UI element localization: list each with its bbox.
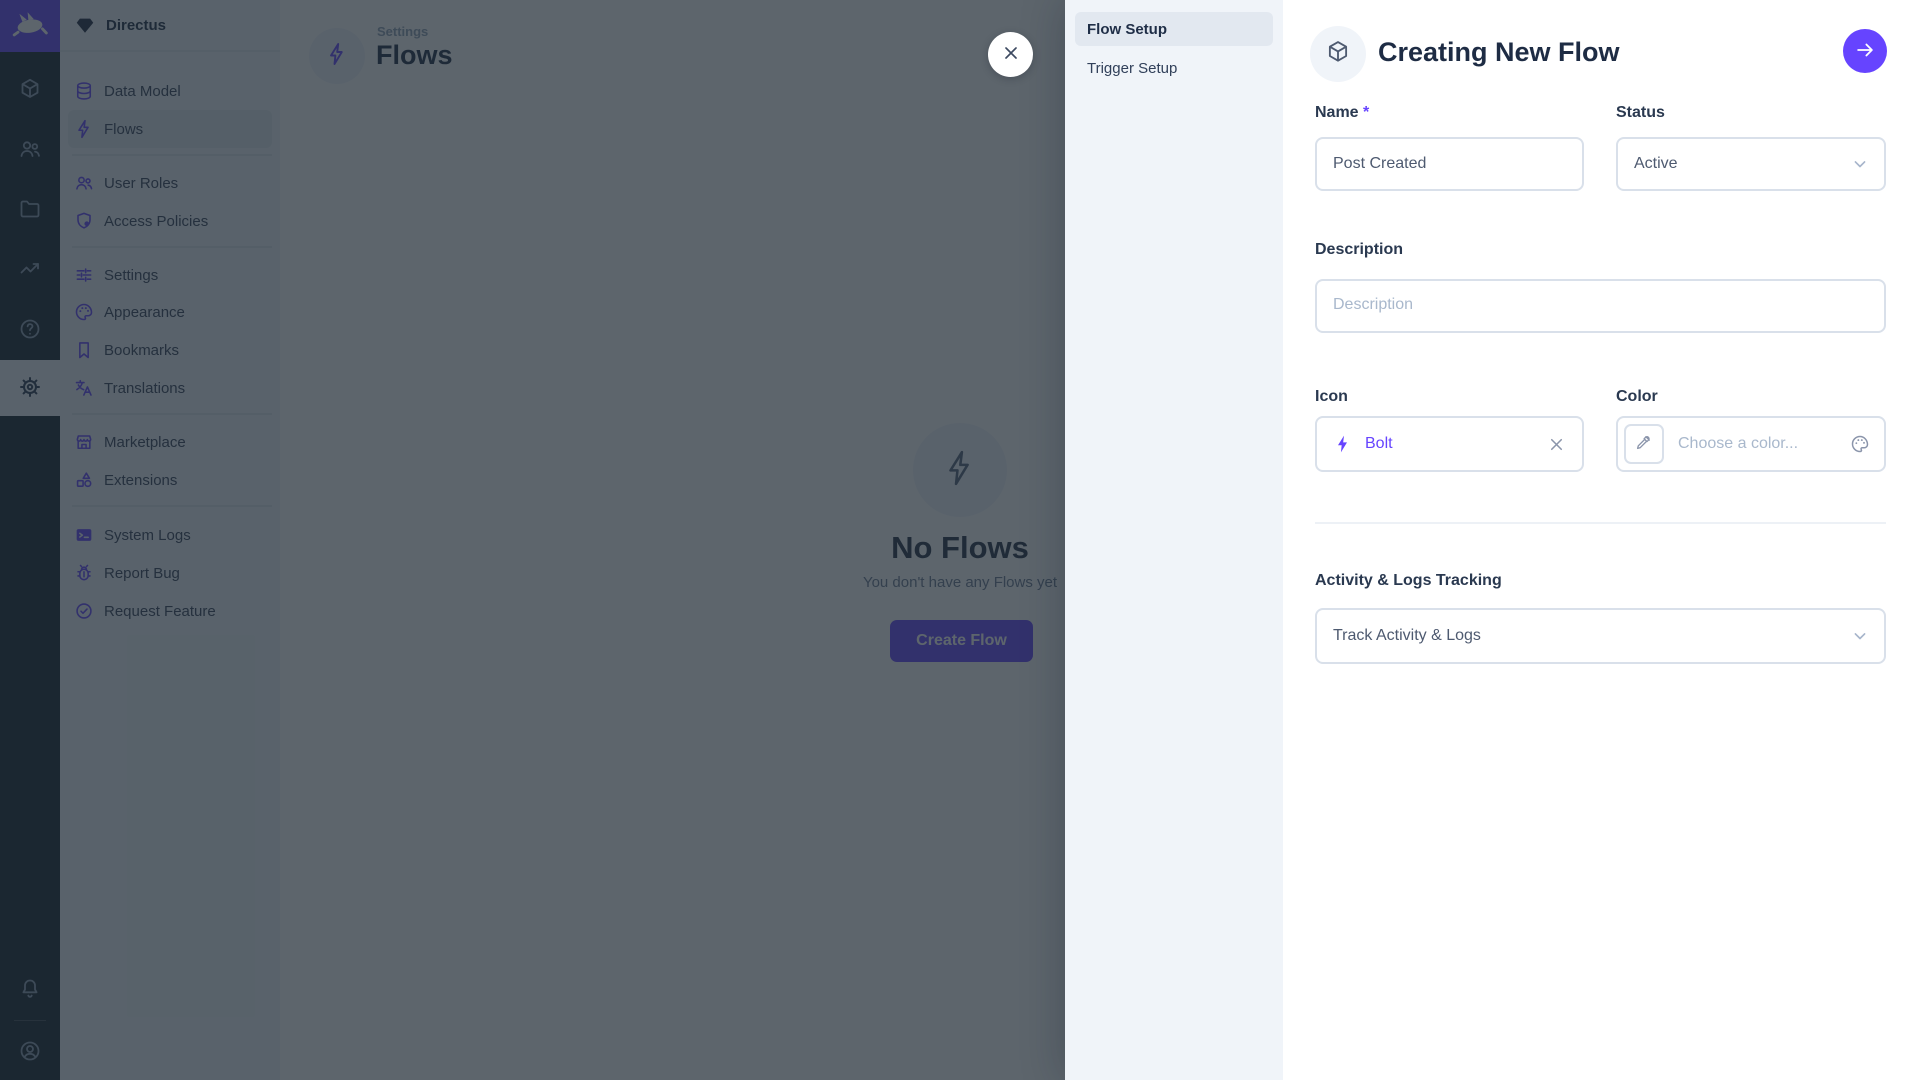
subnav-item-flow-setup[interactable]: Flow Setup <box>1075 12 1273 46</box>
icon-field-label: Icon <box>1315 388 1348 406</box>
subnav-item-trigger-setup[interactable]: Trigger Setup <box>1075 51 1273 85</box>
status-select-value: Active <box>1634 155 1678 173</box>
chevron-down-icon <box>1850 626 1870 646</box>
drawer-subnav: Flow Setup Trigger Setup <box>1065 0 1283 1080</box>
icon-picker[interactable]: Bolt <box>1315 416 1584 472</box>
drawer-close-button[interactable] <box>988 32 1033 77</box>
clear-icon[interactable] <box>1547 435 1566 454</box>
color-picker-placeholder: Choose a color... <box>1678 435 1850 453</box>
drawer-title: Creating New Flow <box>1378 37 1620 68</box>
name-field-label: Name * <box>1315 104 1369 122</box>
description-field-label: Description <box>1315 241 1403 259</box>
form-divider <box>1315 522 1886 524</box>
creating-new-flow-drawer: Flow Setup Trigger Setup Creating New Fl… <box>1065 0 1920 1080</box>
app-root: Directus Data Model Flows <box>0 0 1920 1080</box>
palette-icon[interactable] <box>1850 434 1870 454</box>
close-icon <box>1001 43 1021 66</box>
drawer-header-icon-circle <box>1310 26 1366 82</box>
description-textarea[interactable] <box>1315 279 1886 333</box>
label-text: Name <box>1315 104 1359 121</box>
cube-icon <box>1325 39 1351 70</box>
status-select[interactable]: Active <box>1616 137 1886 191</box>
name-input[interactable] <box>1315 137 1584 191</box>
eyedropper-swatch[interactable] <box>1624 424 1664 464</box>
arrow-right-icon <box>1854 39 1876 64</box>
color-picker[interactable]: Choose a color... <box>1616 416 1886 472</box>
color-field-label: Color <box>1616 388 1658 406</box>
drawer-submit-button[interactable] <box>1843 29 1887 73</box>
required-marker: * <box>1363 104 1369 121</box>
chevron-down-icon <box>1850 154 1870 174</box>
tracking-select[interactable]: Track Activity & Logs <box>1315 608 1886 664</box>
icon-picker-value: Bolt <box>1365 435 1547 453</box>
bolt-icon <box>1333 434 1353 454</box>
tracking-field-label: Activity & Logs Tracking <box>1315 572 1502 590</box>
eyedropper-icon <box>1635 433 1653 456</box>
drawer-body: Creating New Flow Name * Status Active <box>1283 0 1920 1080</box>
tracking-select-value: Track Activity & Logs <box>1333 627 1481 645</box>
status-field-label: Status <box>1616 104 1665 122</box>
